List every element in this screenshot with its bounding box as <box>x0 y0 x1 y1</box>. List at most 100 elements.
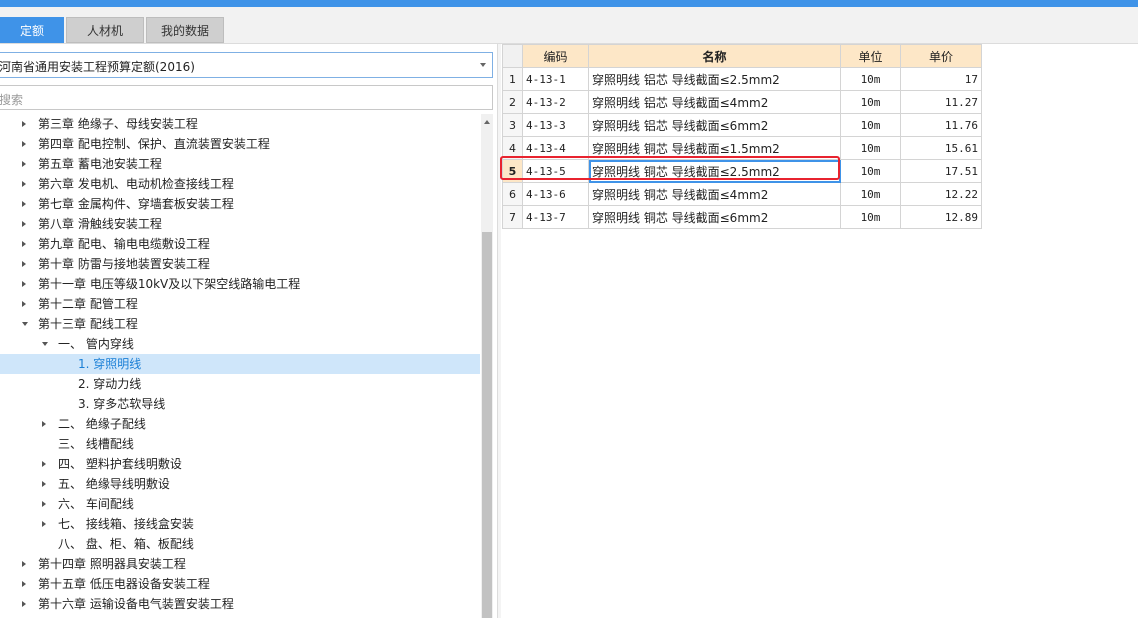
code-cell[interactable]: 4-13-6 <box>522 182 589 206</box>
tab-my-data[interactable]: 我的数据 <box>146 17 224 43</box>
row-number[interactable]: 6 <box>502 182 523 206</box>
name-cell[interactable]: 穿照明线 铜芯 导线截面≤1.5mm2 <box>588 136 841 160</box>
tree-node[interactable]: 第十五章 低压电器设备安装工程 <box>0 574 480 594</box>
price-cell[interactable]: 17.51 <box>900 159 982 183</box>
code-cell[interactable]: 4-13-1 <box>522 67 589 91</box>
tree-node[interactable]: 2. 穿动力线 <box>0 374 480 394</box>
tree-node[interactable]: 第十章 防雷与接地装置安装工程 <box>0 254 480 274</box>
scroll-up-arrow-icon[interactable] <box>484 120 490 124</box>
expanded-arrow-icon[interactable] <box>42 342 48 346</box>
collapsed-arrow-icon[interactable] <box>42 421 46 427</box>
row-number[interactable]: 5 <box>502 159 523 183</box>
collapsed-arrow-icon[interactable] <box>22 561 26 567</box>
panel-splitter[interactable] <box>497 44 501 618</box>
quota-library-select[interactable]: 河南省通用安装工程预算定额(2016) <box>0 52 493 78</box>
unit-cell[interactable]: 10m <box>840 205 901 229</box>
table-row[interactable]: 6 4-13-6 穿照明线 铜芯 导线截面≤4mm2 10m 12.22 <box>502 182 982 206</box>
collapsed-arrow-icon[interactable] <box>22 601 26 607</box>
unit-cell[interactable]: 10m <box>840 113 901 137</box>
collapsed-arrow-icon[interactable] <box>22 221 26 227</box>
row-number[interactable]: 7 <box>502 205 523 229</box>
table-row[interactable]: 3 4-13-3 穿照明线 铝芯 导线截面≤6mm2 10m 11.76 <box>502 113 982 137</box>
table-row[interactable]: 4 4-13-4 穿照明线 铜芯 导线截面≤1.5mm2 10m 15.61 <box>502 136 982 160</box>
tree-node[interactable]: 八、 盘、柜、箱、板配线 <box>0 534 480 554</box>
collapsed-arrow-icon[interactable] <box>42 481 46 487</box>
table-row[interactable]: 2 4-13-2 穿照明线 铝芯 导线截面≤4mm2 10m 11.27 <box>502 90 982 114</box>
tree-node[interactable]: 第十二章 配管工程 <box>0 294 480 314</box>
price-cell[interactable]: 17 <box>900 67 982 91</box>
scrollbar-thumb[interactable] <box>482 232 492 618</box>
collapsed-arrow-icon[interactable] <box>22 141 26 147</box>
code-cell[interactable]: 4-13-5 <box>522 159 589 183</box>
tree-node[interactable]: 四、 塑料护套线明敷设 <box>0 454 480 474</box>
expanded-arrow-icon[interactable] <box>22 322 28 326</box>
row-number[interactable]: 3 <box>502 113 523 137</box>
tree-node[interactable]: 第十四章 照明器具安装工程 <box>0 554 480 574</box>
corner-header[interactable] <box>502 44 523 68</box>
column-header-name[interactable]: 名称 <box>588 44 841 68</box>
name-cell[interactable]: 穿照明线 铝芯 导线截面≤2.5mm2 <box>588 67 841 91</box>
code-cell[interactable]: 4-13-4 <box>522 136 589 160</box>
column-header-price[interactable]: 单价 <box>900 44 982 68</box>
tree-node[interactable]: 第七章 金属构件、穿墙套板安装工程 <box>0 194 480 214</box>
tree-node[interactable]: 六、 车间配线 <box>0 494 480 514</box>
code-cell[interactable]: 4-13-3 <box>522 113 589 137</box>
tree-node[interactable]: 第十三章 配线工程 <box>0 314 480 334</box>
tree-node[interactable]: 第十一章 电压等级10kV及以下架空线路输电工程 <box>0 274 480 294</box>
unit-cell[interactable]: 10m <box>840 159 901 183</box>
price-cell[interactable]: 15.61 <box>900 136 982 160</box>
column-header-unit[interactable]: 单位 <box>840 44 901 68</box>
collapsed-arrow-icon[interactable] <box>22 581 26 587</box>
table-row[interactable]: 5 4-13-5 穿照明线 铜芯 导线截面≤2.5mm2 10m 17.51 <box>502 159 982 183</box>
collapsed-arrow-icon[interactable] <box>42 501 46 507</box>
price-cell[interactable]: 12.22 <box>900 182 982 206</box>
row-number[interactable]: 2 <box>502 90 523 114</box>
tree-node[interactable]: 第六章 发电机、电动机检查接线工程 <box>0 174 480 194</box>
price-cell[interactable]: 11.76 <box>900 113 982 137</box>
code-cell[interactable]: 4-13-7 <box>522 205 589 229</box>
tree-node[interactable]: 第四章 配电控制、保护、直流装置安装工程 <box>0 134 480 154</box>
collapsed-arrow-icon[interactable] <box>22 181 26 187</box>
price-cell[interactable]: 12.89 <box>900 205 982 229</box>
tab-quota[interactable]: 定额 <box>0 17 64 43</box>
collapsed-arrow-icon[interactable] <box>22 121 26 127</box>
chevron-down-icon[interactable] <box>480 63 486 67</box>
tree-node[interactable]: 第三章 绝缘子、母线安装工程 <box>0 114 480 134</box>
tree-node[interactable]: 第十六章 运输设备电气装置安装工程 <box>0 594 480 614</box>
price-cell[interactable]: 11.27 <box>900 90 982 114</box>
collapsed-arrow-icon[interactable] <box>42 461 46 467</box>
tree-node[interactable]: 三、 线槽配线 <box>0 434 480 454</box>
row-number[interactable]: 4 <box>502 136 523 160</box>
unit-cell[interactable]: 10m <box>840 67 901 91</box>
tab-labor-material-machine[interactable]: 人材机 <box>66 17 144 43</box>
tree-node[interactable]: 第八章 滑触线安装工程 <box>0 214 480 234</box>
unit-cell[interactable]: 10m <box>840 90 901 114</box>
column-header-code[interactable]: 编码 <box>522 44 589 68</box>
name-cell[interactable]: 穿照明线 铝芯 导线截面≤6mm2 <box>588 113 841 137</box>
tree-node[interactable]: 1. 穿照明线 <box>0 354 480 374</box>
unit-cell[interactable]: 10m <box>840 136 901 160</box>
name-cell[interactable]: 穿照明线 铜芯 导线截面≤2.5mm2 <box>588 159 841 183</box>
unit-cell[interactable]: 10m <box>840 182 901 206</box>
search-input[interactable]: 搜索 <box>0 85 493 110</box>
collapsed-arrow-icon[interactable] <box>22 301 26 307</box>
tree-node[interactable]: 第五章 蓄电池安装工程 <box>0 154 480 174</box>
tree-node[interactable]: 二、 绝缘子配线 <box>0 414 480 434</box>
name-cell[interactable]: 穿照明线 铝芯 导线截面≤4mm2 <box>588 90 841 114</box>
table-row[interactable]: 1 4-13-1 穿照明线 铝芯 导线截面≤2.5mm2 10m 17 <box>502 67 982 91</box>
collapsed-arrow-icon[interactable] <box>22 261 26 267</box>
collapsed-arrow-icon[interactable] <box>22 241 26 247</box>
name-cell[interactable]: 穿照明线 铜芯 导线截面≤4mm2 <box>588 182 841 206</box>
collapsed-arrow-icon[interactable] <box>22 161 26 167</box>
row-number[interactable]: 1 <box>502 67 523 91</box>
name-cell[interactable]: 穿照明线 铜芯 导线截面≤6mm2 <box>588 205 841 229</box>
collapsed-arrow-icon[interactable] <box>22 281 26 287</box>
tree-node[interactable]: 一、 管内穿线 <box>0 334 480 354</box>
tree-node[interactable]: 五、 绝缘导线明敷设 <box>0 474 480 494</box>
tree-node[interactable]: 七、 接线箱、接线盒安装 <box>0 514 480 534</box>
tree-node[interactable]: 3. 穿多芯软导线 <box>0 394 480 414</box>
tree-scrollbar[interactable] <box>481 114 493 618</box>
tree-node[interactable]: 第九章 配电、输电电缆敷设工程 <box>0 234 480 254</box>
collapsed-arrow-icon[interactable] <box>42 521 46 527</box>
table-row[interactable]: 7 4-13-7 穿照明线 铜芯 导线截面≤6mm2 10m 12.89 <box>502 205 982 229</box>
